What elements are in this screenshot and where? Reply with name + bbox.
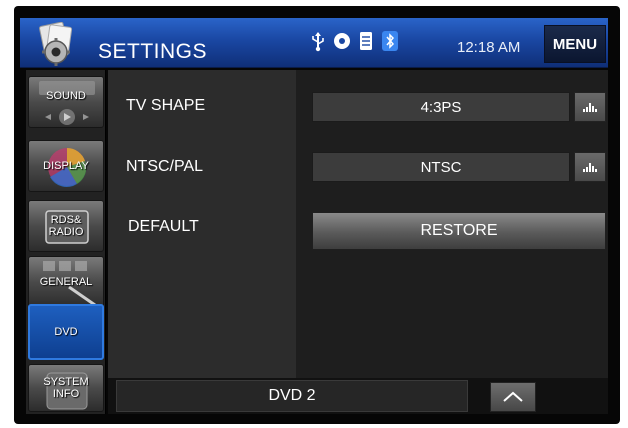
sd-card-icon	[360, 32, 372, 50]
ntsc-pal-label: NTSC/PAL	[126, 158, 204, 175]
menu-button[interactable]: MENU	[544, 25, 606, 63]
ntsc-pal-picker-button[interactable]	[574, 152, 606, 182]
source-display: DVD 2	[116, 380, 468, 412]
tv-shape-picker-button[interactable]	[574, 92, 606, 122]
sidebar-item-display[interactable]: DISPLAY	[28, 140, 104, 192]
page-title: SETTINGS	[98, 40, 208, 63]
default-label: DEFAULT	[128, 218, 199, 235]
usb-icon	[312, 32, 324, 52]
restore-button[interactable]: RESTORE	[312, 212, 606, 250]
sidebar-item-dvd[interactable]: DVD	[28, 304, 104, 360]
clock-display: 12:18 AM	[457, 39, 521, 56]
disc-icon	[334, 33, 350, 49]
speaker-icon	[39, 81, 95, 125]
sidebar-item-label: DVD	[54, 326, 78, 338]
settings-gear-icon	[39, 22, 73, 66]
list-options-icon	[583, 103, 597, 112]
sidebar-item-label: DISPLAY	[43, 160, 89, 172]
ntsc-pal-value[interactable]: NTSC	[312, 152, 570, 182]
header-bar: SETTINGS 12:18 AM MENU	[20, 18, 608, 68]
sidebar-item-label: RDS& RADIO	[48, 214, 84, 238]
sidebar-item-label: SYSTEM INFO	[43, 376, 89, 400]
chevron-up-icon	[503, 391, 523, 402]
sidebar-item-label: SOUND	[46, 90, 86, 102]
sidebar-item-rds-radio[interactable]: RDS& RADIO	[28, 200, 104, 252]
sidebar-item-system-info[interactable]: SYSTEM INFO	[28, 364, 104, 412]
sidebar-item-label: GENERAL	[39, 276, 93, 288]
bluetooth-icon	[382, 31, 398, 51]
tv-shape-label: TV SHAPE	[126, 97, 206, 114]
tv-shape-value[interactable]: 4:3PS	[312, 92, 570, 122]
list-options-icon	[583, 163, 597, 172]
sidebar-item-sound[interactable]: SOUND	[28, 76, 104, 128]
sidebar-item-general[interactable]: GENERAL	[28, 256, 104, 308]
scroll-up-button[interactable]	[490, 382, 536, 412]
